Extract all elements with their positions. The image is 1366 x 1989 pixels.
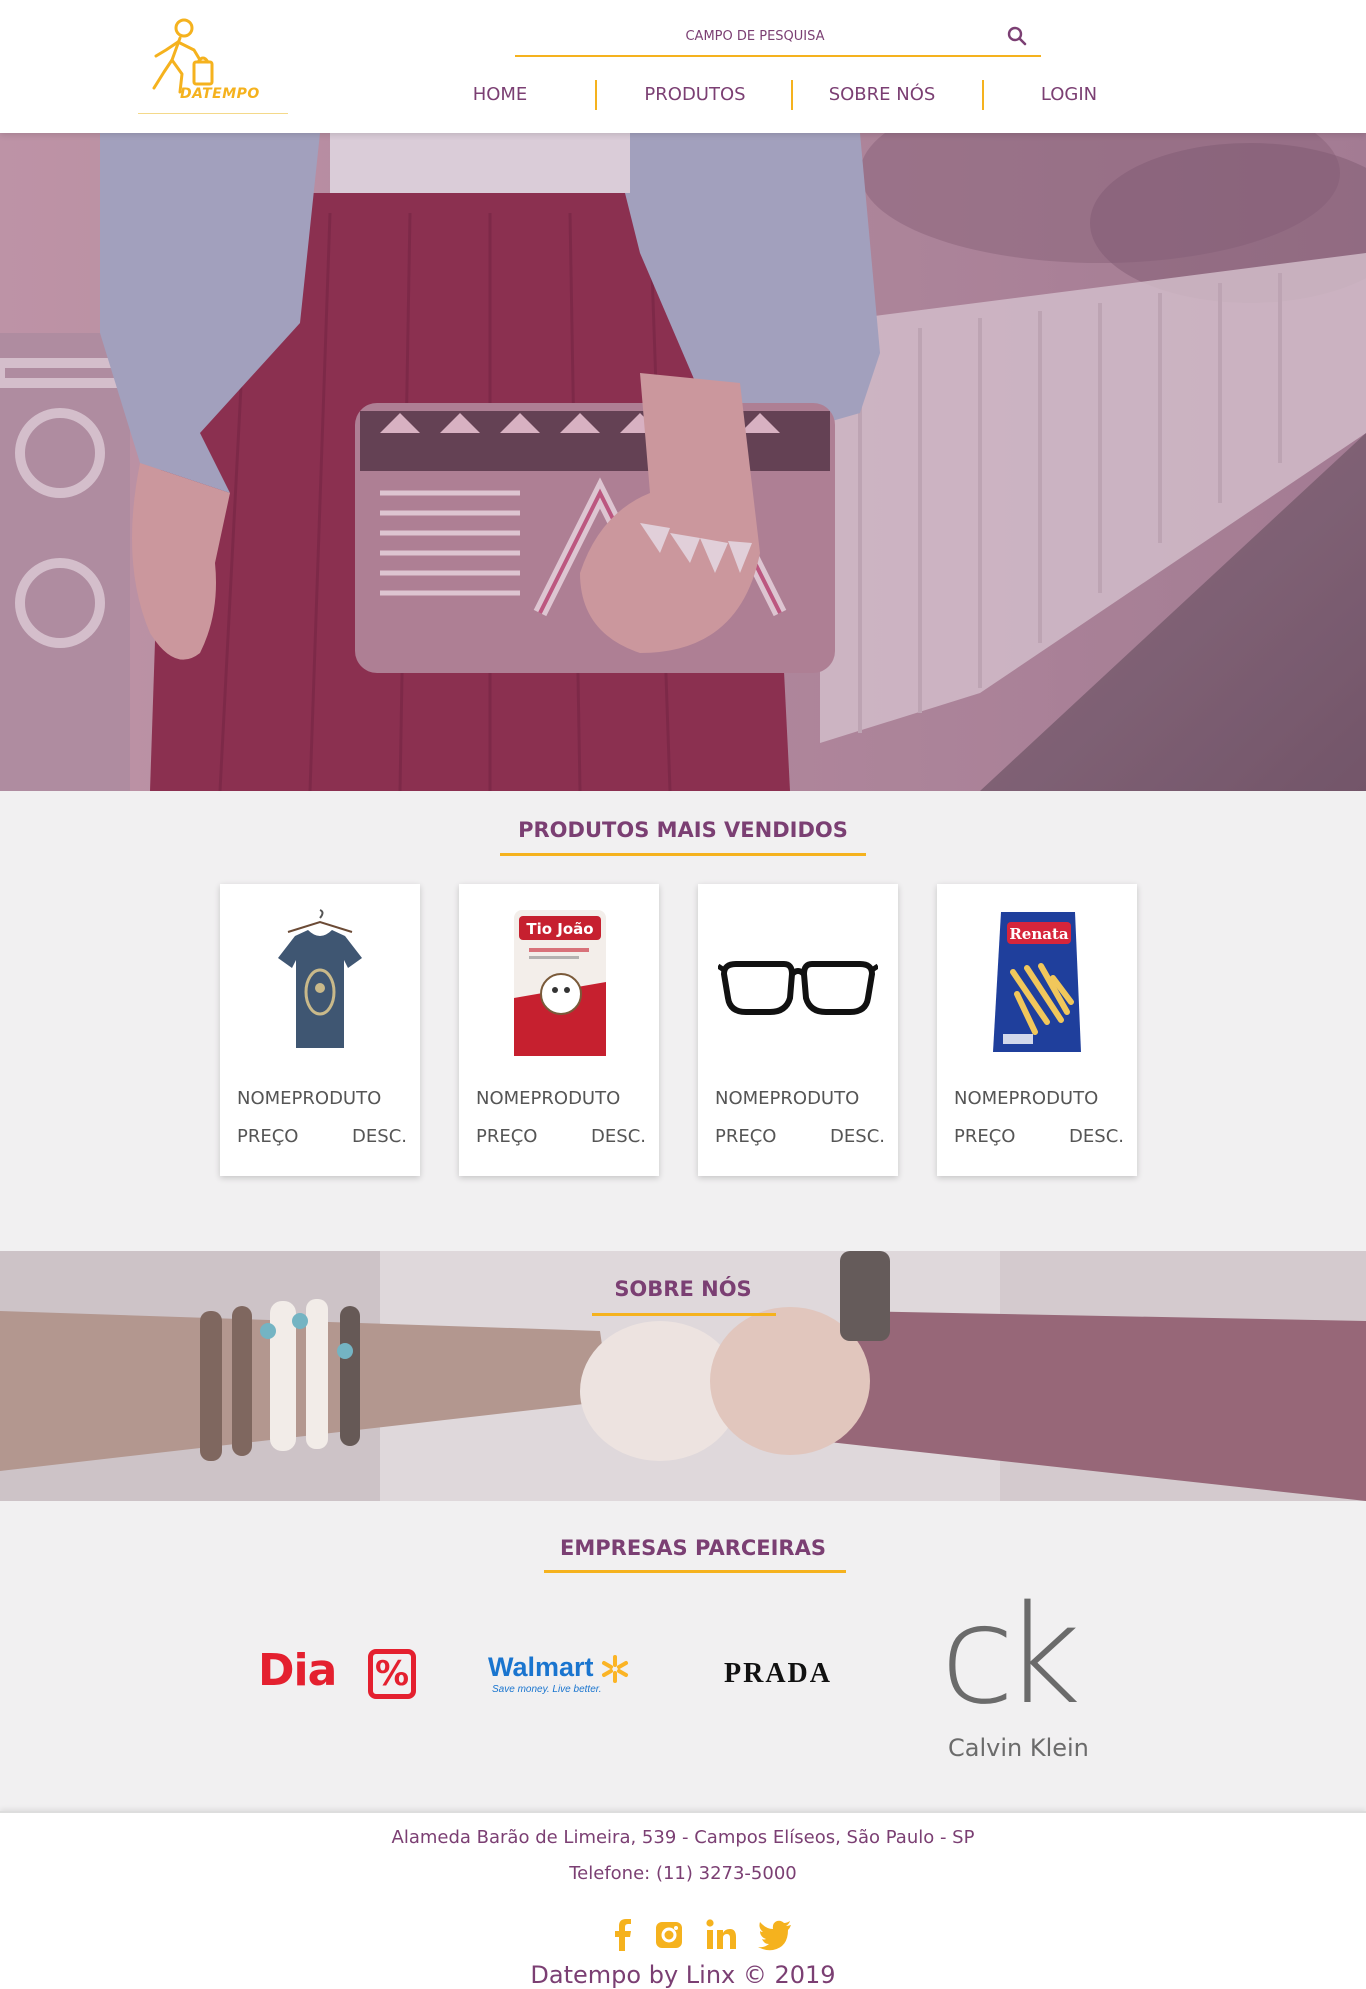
product-card[interactable]: NOMEPRODUTO PREÇO DESC. [220, 884, 420, 1176]
dia-wordmark: Dia [258, 1645, 337, 1696]
about-banner: SOBRE NÓS [0, 1251, 1366, 1501]
tshirt-image [278, 909, 362, 1048]
svg-text:Tio João: Tio João [526, 920, 593, 938]
nav-produtos[interactable]: PRODUTOS [610, 76, 780, 114]
site-header: DATEMPO HOME PRODUTOS SOBRE NÓS LOGIN [0, 0, 1366, 133]
product-price: PREÇO [476, 1126, 538, 1147]
partner-dia-logo[interactable]: Dia % [258, 1645, 418, 1705]
title-underline [544, 1570, 846, 1573]
search-input[interactable] [515, 24, 995, 48]
product-price: PREÇO [237, 1126, 299, 1147]
facebook-icon[interactable] [605, 1917, 641, 1953]
product-desc: DESC. [591, 1126, 646, 1147]
ck-monogram: ck [940, 1577, 1081, 1735]
product-card[interactable]: NOMEPRODUTO PREÇO DESC. [698, 884, 898, 1176]
title-underline [500, 853, 866, 856]
product-price: PREÇO [715, 1126, 777, 1147]
product-desc: DESC. [830, 1126, 885, 1147]
site-footer: Alameda Barão de Limeira, 539 - Campos E… [0, 1811, 1366, 1989]
partners-title: EMPRESAS PARCEIRAS [560, 1536, 826, 1560]
footer-address: Alameda Barão de Limeira, 539 - Campos E… [391, 1827, 975, 1848]
walmart-tagline: Save money. Live better. [492, 1684, 602, 1695]
twitter-icon[interactable] [757, 1917, 793, 1953]
glasses-image [718, 961, 878, 1015]
dia-percent-icon: % [368, 1649, 416, 1699]
bestsellers-title: PRODUTOS MAIS VENDIDOS [518, 818, 848, 842]
product-name: NOMEPRODUTO [237, 1088, 382, 1109]
walmart-wordmark: Walmart [488, 1652, 594, 1682]
shopper-icon [152, 18, 214, 94]
pasta-package-image: Renata [993, 912, 1081, 1052]
footer-phone: Telefone: (11) 3273-5000 [569, 1863, 797, 1884]
social-links [605, 1917, 805, 1957]
partner-calvin-klein-logo[interactable]: ck Calvin Klein [940, 1588, 1100, 1764]
calvin-klein-wordmark: Calvin Klein [948, 1734, 1089, 1762]
product-card[interactable]: Tio João NOMEPRODUTO PREÇO DESC. [459, 884, 659, 1176]
search-bar [515, 16, 1041, 57]
product-desc: DESC. [352, 1126, 407, 1147]
linkedin-icon[interactable] [703, 1917, 739, 1953]
partner-walmart-logo[interactable]: Walmart Save money. Live better. [488, 1652, 648, 1702]
nav-separator [791, 80, 793, 110]
nav-login[interactable]: LOGIN [984, 76, 1154, 114]
product-price: PREÇO [954, 1126, 1016, 1147]
hero-photo [0, 133, 1366, 791]
main-nav: HOME PRODUTOS SOBRE NÓS LOGIN [415, 76, 1135, 114]
search-icon[interactable] [1005, 24, 1029, 48]
product-desc: DESC. [1069, 1126, 1124, 1147]
nav-separator [595, 80, 597, 110]
product-name: NOMEPRODUTO [954, 1088, 1099, 1109]
datempo-logo[interactable]: DATEMPO [138, 16, 288, 114]
walmart-spark-icon [602, 1655, 628, 1683]
instagram-icon[interactable] [651, 1917, 687, 1953]
product-name: NOMEPRODUTO [476, 1088, 621, 1109]
title-underline [592, 1313, 776, 1316]
footer-copyright: Datempo by Linx © 2019 [530, 1961, 836, 1989]
logo-wordmark: DATEMPO [180, 86, 260, 102]
product-name: NOMEPRODUTO [715, 1088, 860, 1109]
prada-wordmark: PRADA [724, 1658, 832, 1689]
nav-sobre-nos[interactable]: SOBRE NÓS [797, 76, 967, 114]
partner-prada-logo[interactable]: PRADA [724, 1658, 854, 1694]
product-card[interactable]: Renata NOMEPRODUTO PREÇO DESC. [937, 884, 1137, 1176]
hero-banner [0, 133, 1366, 791]
about-title: SOBRE NÓS [614, 1277, 752, 1301]
rice-package-image: Tio João [514, 910, 606, 1056]
nav-home[interactable]: HOME [415, 76, 585, 114]
svg-text:Renata: Renata [1009, 925, 1069, 943]
